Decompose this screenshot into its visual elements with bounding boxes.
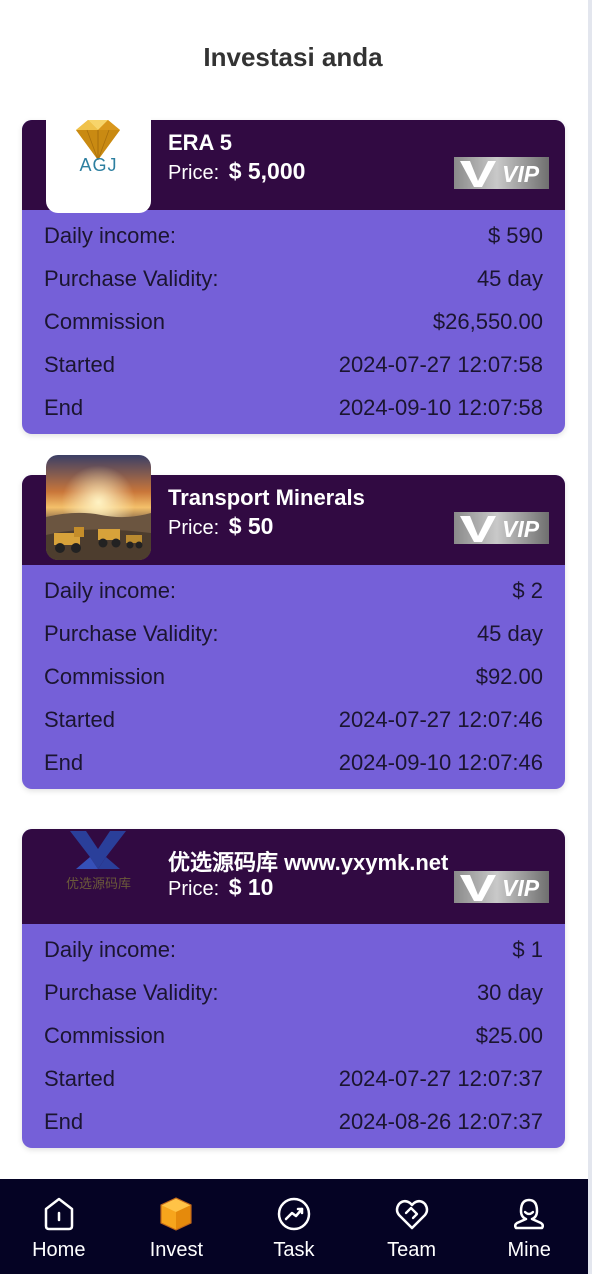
row-value: 45 day (476, 265, 543, 291)
row-value: 2024-07-27 12:07:46 (338, 706, 543, 732)
row-label: Purchase Validity: (44, 979, 219, 1005)
price-value: $ 50 (228, 513, 274, 539)
nav-label: Task (273, 1239, 315, 1261)
price-label: Price: (168, 517, 220, 539)
row-value: 30 day (476, 979, 543, 1005)
yxymk-logo-icon (70, 831, 126, 869)
nav-label: Team (387, 1239, 437, 1261)
nav-item-task[interactable]: Task (235, 1179, 353, 1274)
svg-text:VIP: VIP (502, 161, 540, 187)
row-value: 2024-09-10 12:07:58 (338, 394, 543, 420)
product-name: Transport Minerals (168, 485, 365, 510)
row-label: Started (44, 706, 115, 732)
nav-label: Home (32, 1239, 86, 1261)
vip-badge-icon: VIP (454, 871, 549, 903)
mine-icon (514, 1198, 545, 1230)
started-row: Started 2024-07-27 12:07:37 (44, 1057, 543, 1100)
row-value: 45 day (476, 620, 543, 646)
purchase-validity-row: Purchase Validity: 45 day (44, 257, 543, 300)
price-value: $ 10 (228, 874, 274, 900)
logo-text: AGJ (79, 155, 118, 175)
daily-income-row: Daily income: $ 2 (44, 569, 543, 612)
nav-item-invest[interactable]: Invest (118, 1179, 236, 1274)
commission-row: Commission $92.00 (44, 655, 543, 698)
row-label: End (44, 1108, 84, 1134)
started-row: Started 2024-07-27 12:07:58 (44, 343, 543, 386)
row-label: Daily income: (44, 222, 177, 248)
card-details: Daily income: $ 2 Purchase Validity: 45 da… (22, 565, 565, 789)
row-label: Daily income: (44, 936, 177, 962)
row-value: $ 590 (487, 222, 543, 248)
vip-badge-icon: VIP (454, 512, 549, 544)
task-icon (277, 1197, 311, 1231)
price-value: $ 5,000 (228, 158, 306, 184)
price-label: Price: (168, 162, 220, 184)
page-edge (588, 0, 592, 1274)
product-name: ERA 5 (168, 130, 232, 155)
card-header: AGJ ERA 5 Price: $ 5,000 VIP (22, 108, 565, 213)
row-label: Daily income: (44, 577, 177, 603)
card-details: Daily income: $ 590 Purchase Validity: 45 … (22, 210, 565, 434)
row-label: Purchase Validity: (44, 620, 219, 646)
end-row: End 2024-09-10 12:07:58 (44, 386, 543, 429)
price-label: Price: (168, 878, 220, 900)
row-value: 2024-09-10 12:07:46 (338, 749, 543, 775)
row-value: 2024-07-27 12:07:37 (338, 1065, 543, 1091)
row-label: End (44, 394, 84, 420)
purchase-validity-row: Purchase Validity: 45 day (44, 612, 543, 655)
row-value: 2024-07-27 12:07:58 (338, 351, 543, 377)
row-value: $ 2 (512, 577, 543, 603)
row-label: Started (44, 351, 115, 377)
row-label: End (44, 749, 84, 775)
price-row: Price: $ 50 (168, 513, 273, 540)
row-value: 2024-08-26 12:07:37 (338, 1108, 543, 1134)
row-label: Commission (44, 1022, 166, 1048)
home-icon (44, 1197, 74, 1231)
end-row: End 2024-09-10 12:07:46 (44, 741, 543, 784)
card-header: 优选源码库 优选源码库 www.yxymk.net Price: $ 10 VI… (22, 829, 565, 924)
row-value: $92.00 (475, 663, 543, 689)
price-row: Price: $ 10 (168, 874, 273, 901)
page-title: Investasi anda (203, 42, 383, 72)
product-image (46, 455, 151, 560)
row-label: Commission (44, 663, 166, 689)
svg-text:VIP: VIP (502, 516, 540, 542)
end-row: End 2024-08-26 12:07:37 (44, 1100, 543, 1143)
row-label: Purchase Validity: (44, 265, 219, 291)
investment-card[interactable]: 优选源码库 优选源码库 www.yxymk.net Price: $ 10 VI… (22, 829, 565, 1148)
row-label: Started (44, 1065, 115, 1091)
nav-label: Mine (507, 1239, 551, 1261)
nav-label: Invest (149, 1239, 204, 1261)
commission-row: Commission $26,550.00 (44, 300, 543, 343)
commission-row: Commission $25.00 (44, 1014, 543, 1057)
nav-item-home[interactable]: Home (0, 1179, 118, 1274)
daily-income-row: Daily income: $ 590 (44, 214, 543, 257)
invest-box-icon (160, 1197, 192, 1231)
price-row: Price: $ 5,000 (168, 158, 305, 185)
logo-text: 优选源码库 (65, 877, 131, 892)
row-value: $25.00 (475, 1022, 543, 1048)
row-value: $ 1 (512, 936, 543, 962)
nav-item-mine[interactable]: Mine (470, 1179, 588, 1274)
product-name: 优选源码库 www.yxymk.net (168, 850, 449, 875)
bottom-nav: Home Invest Task Team Mine (0, 1179, 588, 1274)
row-value: $26,550.00 (432, 308, 543, 334)
purchase-validity-row: Purchase Validity: 30 day (44, 971, 543, 1014)
card-details: Daily income: $ 1 Purchase Validity: 30 da… (22, 924, 565, 1148)
mining-trucks-image (46, 455, 151, 560)
nav-item-team[interactable]: Team (353, 1179, 471, 1274)
card-header: Transport Minerals Price: $ 50 VIP (22, 455, 565, 565)
product-logo: AGJ (46, 108, 151, 213)
investment-card[interactable]: Transport Minerals Price: $ 50 VIP Daily… (22, 455, 565, 789)
product-logo: 优选源码库 (46, 829, 151, 909)
svg-text:VIP: VIP (502, 875, 540, 901)
vip-badge-icon: VIP (454, 157, 549, 189)
daily-income-row: Daily income: $ 1 (44, 928, 543, 971)
started-row: Started 2024-07-27 12:07:46 (44, 698, 543, 741)
row-label: Commission (44, 308, 166, 334)
investment-card[interactable]: AGJ ERA 5 Price: $ 5,000 VIP Daily incom… (22, 108, 565, 434)
team-icon (395, 1200, 428, 1230)
